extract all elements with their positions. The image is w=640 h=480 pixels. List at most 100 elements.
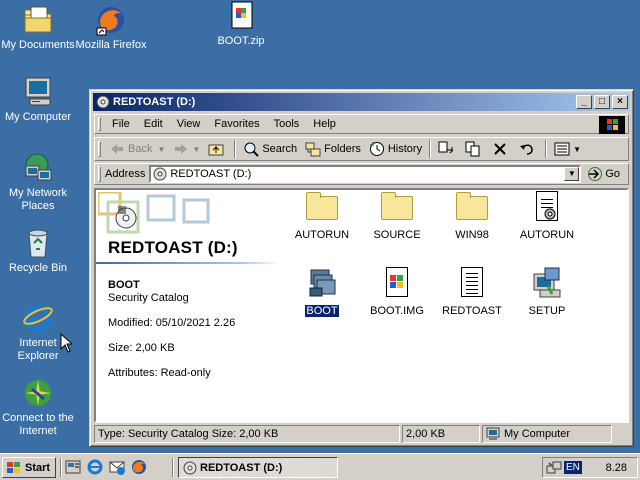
- status-bar: Type: Security Catalog Size: 2,00 KB 2,0…: [94, 425, 629, 443]
- my-computer-icon: [486, 427, 500, 440]
- folder-icon: [380, 190, 414, 224]
- panel-divider: [96, 262, 281, 264]
- clock[interactable]: 8.28: [606, 462, 627, 474]
- menu-grip[interactable]: [98, 117, 101, 131]
- taskbar-separator: [172, 458, 174, 477]
- folders-icon: [305, 142, 321, 157]
- back-dropdown-icon: ▼: [157, 144, 166, 154]
- file-label: SOURCE: [373, 229, 421, 241]
- desktop-icon-label: My Computer: [4, 111, 72, 123]
- desktop-icon-connect-internet[interactable]: Connect to the Internet: [0, 377, 76, 438]
- my-computer-icon: [22, 76, 54, 108]
- firefox-icon: [95, 4, 127, 36]
- folder-header-art: [98, 192, 210, 234]
- internet-explorer-icon[interactable]: [86, 458, 104, 476]
- desktop-icon-network-places[interactable]: My Network Places: [0, 152, 76, 213]
- copy-to-button[interactable]: [461, 138, 488, 160]
- desktop-icon-my-computer[interactable]: My Computer: [0, 76, 76, 124]
- address-grip[interactable]: [98, 166, 101, 182]
- menu-favorites[interactable]: Favorites: [207, 118, 266, 130]
- delete-icon: [494, 143, 506, 155]
- back-arrow-icon: [111, 144, 123, 154]
- desktop-icon-boot-zip[interactable]: BOOT.zip: [203, 0, 279, 48]
- language-indicator[interactable]: EN: [564, 461, 582, 474]
- go-label: Go: [605, 168, 621, 180]
- window-title-bar[interactable]: REDTOAST (D:) _ □ ×: [93, 93, 630, 111]
- selected-name: BOOT: [108, 279, 140, 291]
- desktop-icon-label: BOOT.zip: [217, 35, 265, 47]
- internet-explorer-icon: [22, 302, 54, 334]
- network-places-icon: [22, 152, 54, 184]
- firefox-icon[interactable]: [130, 458, 148, 476]
- desktop-icon-my-documents[interactable]: My Documents: [0, 4, 76, 52]
- folders-button[interactable]: Folders: [301, 138, 365, 160]
- file-label: BOOT: [304, 304, 340, 318]
- file-item-autorun-folder[interactable]: AUTORUN: [284, 190, 360, 241]
- outlook-express-icon[interactable]: [108, 458, 126, 476]
- undo-button[interactable]: [515, 138, 542, 160]
- history-button[interactable]: History: [365, 138, 426, 160]
- copy-to-icon: [465, 141, 480, 157]
- move-to-button[interactable]: [434, 138, 461, 160]
- back-label: Back: [128, 143, 153, 155]
- delete-button[interactable]: [488, 138, 515, 160]
- search-label: Search: [262, 143, 298, 155]
- show-desktop-icon[interactable]: [64, 458, 82, 476]
- desktop-icon-recycle-bin[interactable]: Recycle Bin: [0, 227, 76, 275]
- my-documents-icon: [22, 4, 54, 36]
- toolbar-separator: [429, 140, 432, 158]
- folder-view[interactable]: REDTOAST (D:) BOOT Security Catalog Modi…: [94, 188, 629, 423]
- standard-toolbar: Back ▼ ▼ Search Folders History ▼: [94, 137, 629, 161]
- go-button[interactable]: Go: [587, 166, 620, 182]
- minimize-button[interactable]: _: [576, 95, 592, 109]
- selected-attributes: Attributes: Read-only: [108, 367, 211, 379]
- network-tray-icon[interactable]: [546, 460, 562, 476]
- up-folder-icon: [208, 144, 224, 156]
- recycle-bin-icon: [22, 227, 54, 259]
- file-item-redtoast[interactable]: REDTOAST: [434, 266, 510, 317]
- toolbar-grip[interactable]: [98, 141, 101, 157]
- close-button[interactable]: ×: [612, 95, 628, 109]
- file-item-boot-cat[interactable]: BOOT: [284, 266, 360, 318]
- menu-file[interactable]: File: [105, 118, 137, 130]
- views-button[interactable]: ▼: [550, 138, 585, 160]
- address-input[interactable]: REDTOAST (D:) ▼: [149, 165, 582, 183]
- selection-info: BOOT Security Catalog Modified: 05/10/20…: [108, 279, 235, 392]
- desktop-icon-label: My Documents: [1, 39, 75, 51]
- up-folder-button[interactable]: [204, 138, 231, 160]
- file-item-autorun-inf[interactable]: AUTORUN: [509, 190, 585, 241]
- file-item-setup[interactable]: SETUP: [509, 266, 585, 317]
- desktop-icon-firefox[interactable]: Mozilla Firefox: [73, 4, 149, 52]
- maximize-button[interactable]: □: [594, 95, 610, 109]
- file-label: AUTORUN: [294, 229, 350, 241]
- web-view-panel: REDTOAST (D:) BOOT Security Catalog Modi…: [96, 190, 281, 421]
- file-item-win98-folder[interactable]: WIN98: [434, 190, 510, 241]
- panel-heading: REDTOAST (D:): [108, 238, 238, 257]
- menu-help[interactable]: Help: [306, 118, 343, 130]
- address-dropdown-button[interactable]: ▼: [564, 167, 580, 181]
- undo-icon: [520, 144, 533, 155]
- back-button[interactable]: Back ▼: [105, 138, 169, 160]
- file-label: REDTOAST: [442, 305, 502, 317]
- selected-type: Security Catalog: [108, 292, 189, 304]
- status-size: 2,00 KB: [402, 425, 480, 443]
- toolbar-separator: [234, 140, 237, 158]
- menu-edit[interactable]: Edit: [137, 118, 170, 130]
- forward-button[interactable]: ▼: [169, 138, 204, 160]
- go-arrow-icon: [588, 167, 603, 181]
- history-label: History: [387, 143, 423, 155]
- text-file-icon: [455, 266, 489, 300]
- views-icon: [554, 142, 570, 156]
- security-catalog-icon: [305, 266, 339, 300]
- start-button[interactable]: Start: [2, 457, 56, 478]
- search-button[interactable]: Search: [239, 138, 301, 160]
- file-item-boot-img[interactable]: BOOT.IMG: [359, 266, 435, 317]
- menu-view[interactable]: View: [170, 118, 208, 130]
- file-label: AUTORUN: [519, 229, 575, 241]
- taskbar-item-redtoast[interactable]: REDTOAST (D:): [178, 457, 338, 478]
- selected-modified: Modified: 05/10/2021 2.26: [108, 317, 236, 329]
- file-item-source-folder[interactable]: SOURCE: [359, 190, 435, 241]
- explorer-window[interactable]: REDTOAST (D:) _ □ × File Edit View Favor…: [89, 89, 634, 447]
- minimize-icon: _: [581, 96, 587, 107]
- menu-tools[interactable]: Tools: [267, 118, 307, 130]
